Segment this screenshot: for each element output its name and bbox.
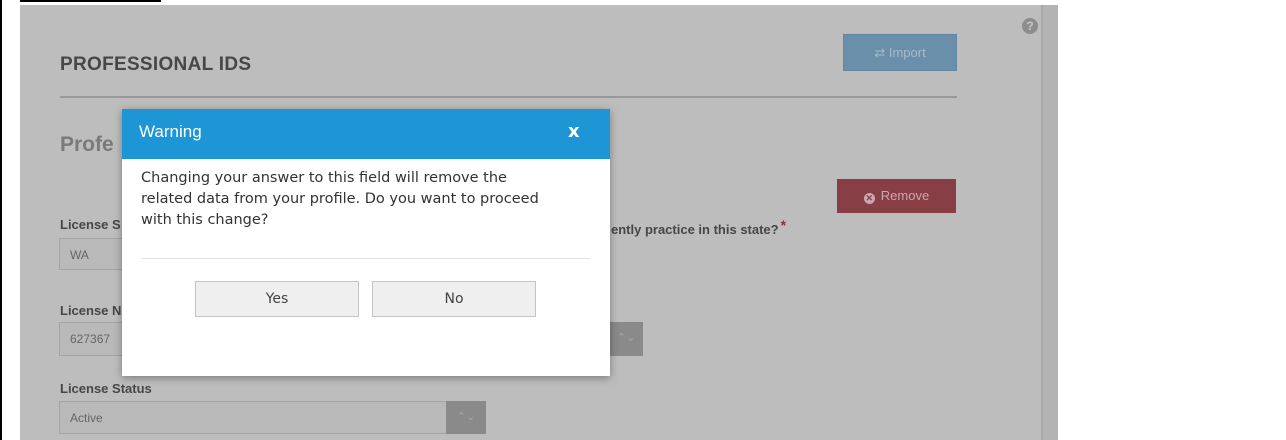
close-icon[interactable]: x: [568, 121, 580, 142]
page-title: PROFESSIONAL IDS: [60, 54, 252, 75]
practice-question-text: ently practice in this state?: [611, 222, 779, 237]
no-button[interactable]: No: [372, 281, 536, 317]
warning-dialog: Warning x Changing your answer to this f…: [122, 109, 610, 376]
window-border-left: [0, 0, 2, 440]
license-state-label: License S: [60, 217, 121, 232]
license-status-label: License Status: [60, 381, 152, 396]
dialog-message-line: related data from your profile. Do you w…: [141, 191, 539, 207]
scrollbar[interactable]: [1041, 5, 1058, 440]
license-number-field[interactable]: 627367: [59, 322, 129, 356]
practice-question-label: ently practice in this state? *: [611, 217, 786, 237]
import-label: Import: [888, 45, 926, 60]
remove-icon: ✕: [863, 193, 875, 204]
window-border-top: [20, 0, 161, 2]
status-chevron-icon[interactable]: ⌃⌄: [446, 401, 486, 434]
import-button[interactable]: ⇄ Import: [843, 34, 957, 71]
dialog-message-line: Changing your answer to this field will …: [141, 170, 507, 186]
remove-label: Remove: [880, 188, 930, 203]
dialog-header: Warning x: [122, 109, 610, 159]
import-icon: ⇄: [874, 45, 886, 60]
license-status-select[interactable]: Active: [59, 401, 447, 434]
dialog-message-line: with this change?: [141, 212, 269, 228]
license-state-field[interactable]: WA: [59, 238, 129, 270]
subsection-title: Profe: [60, 133, 114, 156]
dialog-message: Changing your answer to this field will …: [141, 168, 601, 231]
required-asterisk: *: [780, 217, 787, 233]
dialog-divider: [141, 258, 590, 259]
section-divider: [60, 96, 957, 98]
yes-button[interactable]: Yes: [195, 281, 359, 317]
help-icon[interactable]: ?: [1022, 18, 1038, 34]
remove-button[interactable]: ✕ Remove: [837, 179, 956, 213]
dialog-title: Warning: [139, 122, 202, 141]
license-number-label: License N: [60, 303, 122, 318]
dropdown-chevron-icon[interactable]: ⌃⌄: [609, 322, 643, 356]
